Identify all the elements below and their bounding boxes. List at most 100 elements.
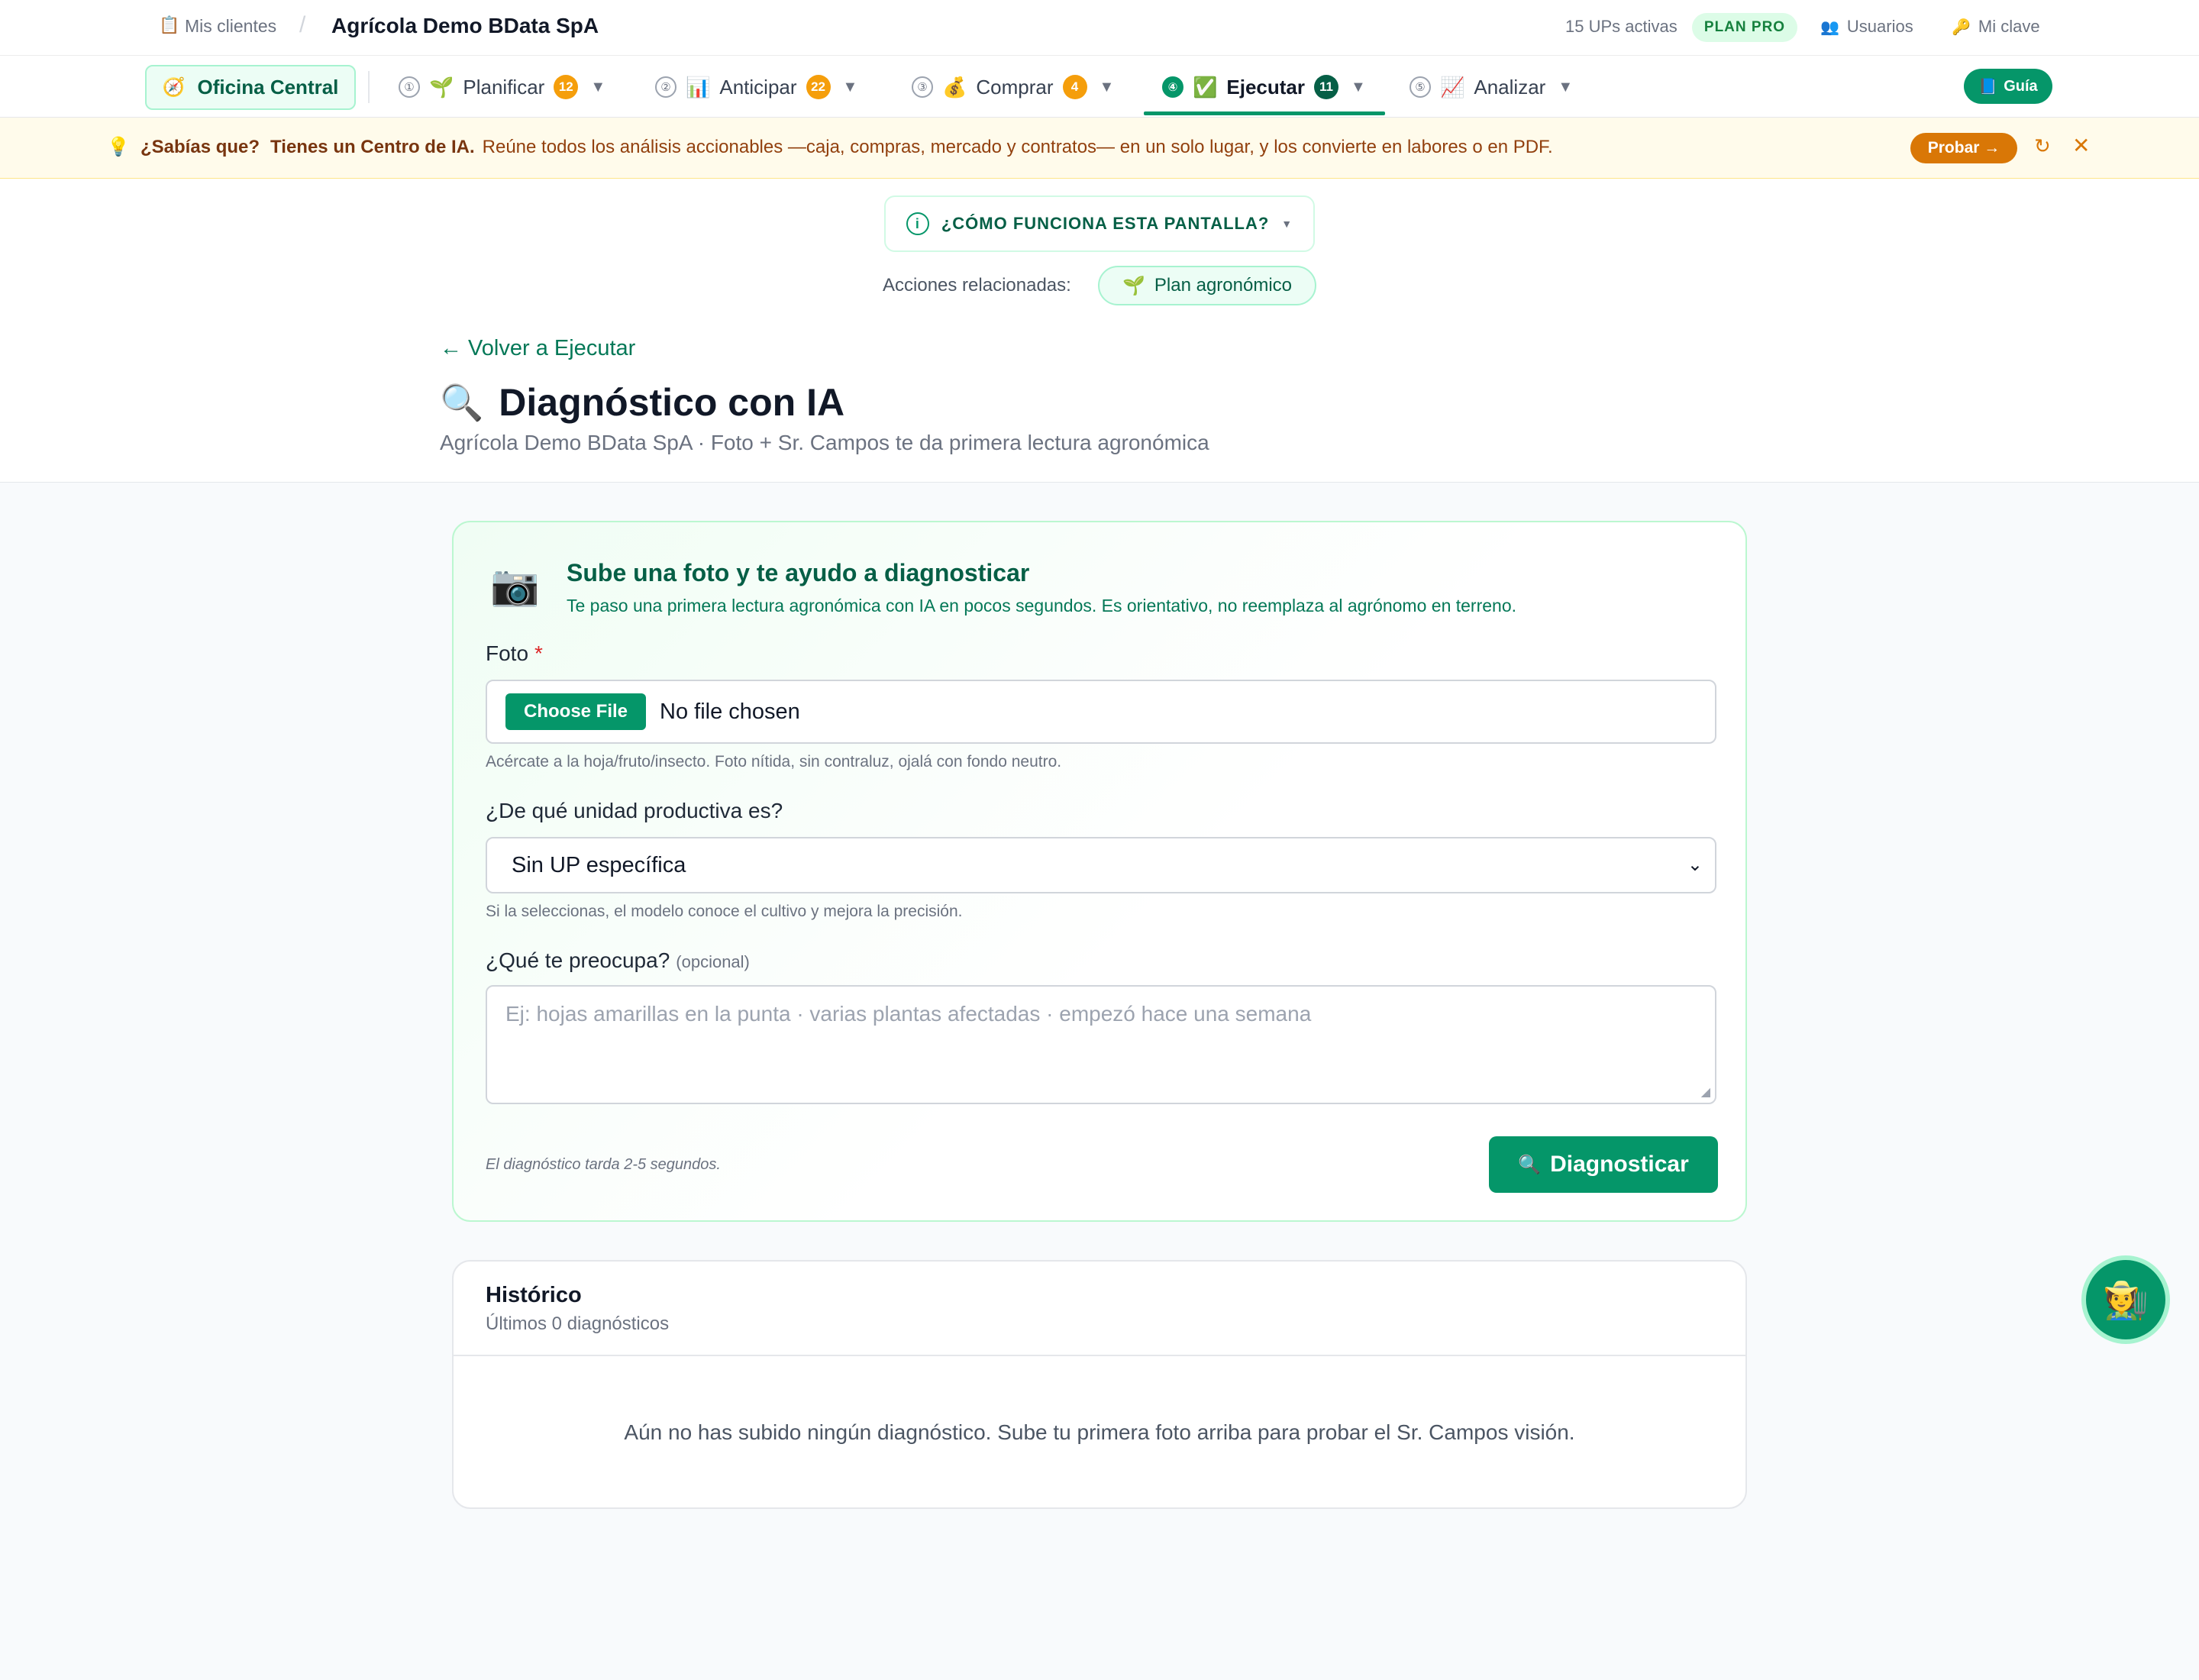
step-number: ⑤ [1409,76,1431,98]
ups-active-count: 15 UPs activas [1565,17,1678,36]
lightbulb-icon: 💡 [107,137,130,157]
users-label: Usuarios [1846,17,1913,36]
photo-hint: Acércate a la hoja/fruto/insecto. Foto n… [486,753,1062,771]
unit-label: ¿De qué unidad productiva es? [486,799,783,822]
resize-handle-icon[interactable]: ◢ [1701,1084,1710,1100]
active-tab-indicator [1144,111,1385,115]
count-badge: 11 [1313,75,1338,99]
diagnose-button[interactable]: 🔍 Diagnosticar [1489,1136,1718,1193]
nav-tab-label: Anticipar [719,75,797,99]
page-title-text: Diagnóstico con IA [499,381,845,424]
tip-headline: Tienes un Centro de IA. [270,137,475,157]
concern-placeholder: Ej: hojas amarillas en la punta · varias… [505,1002,1312,1026]
step-number: ④ [1162,76,1183,98]
concern-label-text: ¿Qué te preocupa? [486,948,670,972]
compass-icon: 🧭 [162,77,186,98]
chevron-down-icon: ⌄ [1687,855,1703,875]
magnifier-icon: 🔍 [440,382,484,422]
history-title: Histórico [486,1283,582,1307]
diagnose-label: Diagnosticar [1550,1152,1689,1177]
breadcrumb-clients-link[interactable]: Mis clientes [185,16,276,37]
money-bag-icon: 💰 [942,75,967,99]
required-mark: * [534,641,543,665]
photo-label: Foto * [486,641,543,666]
office-central-button[interactable]: 🧭 Oficina Central [145,65,356,110]
related-actions-label: Acciones relacionadas: [883,275,1071,296]
key-label: Mi clave [1978,17,2040,36]
refresh-icon[interactable]: ↻ [2034,134,2051,158]
caret-down-icon: ▼ [1350,78,1366,95]
file-status: No file chosen [660,699,800,724]
breadcrumb-separator: / [299,12,306,37]
upload-card: 📷 Sube una foto y te ayudo a diagnostica… [452,521,1747,1222]
nav-divider [368,71,370,103]
page-header: i ¿CÓMO FUNCIONA ESTA PANTALLA? ▼ Accion… [0,179,2199,483]
nav-tab-comprar[interactable]: ③ 💰 Comprar 4 ▼ [912,66,1114,108]
nav-tab-label: Ejecutar [1226,75,1305,99]
seedling-icon: 🌱 [1122,275,1145,296]
my-key-link[interactable]: 🔑 Mi clave [1952,17,2040,37]
caret-down-icon: ▼ [590,78,606,95]
unit-selected-value: Sin UP específica [512,853,686,877]
photo-file-input[interactable]: Choose File No file chosen [486,680,1716,744]
main-nav: 🧭 Oficina Central ① 🌱 Planificar 12 ▼ ② … [0,56,2199,118]
count-badge: 22 [806,75,831,99]
guide-label: Guía [2004,77,2038,95]
optional-note: (opcional) [676,952,750,971]
key-icon: 🔑 [1952,19,1971,36]
farmer-avatar-icon: 🧑‍🌾 [2103,1280,2149,1321]
concern-label: ¿Qué te preocupa? (opcional) [486,948,750,973]
seedling-icon: 🌱 [429,75,454,99]
caret-down-icon: ▼ [1099,78,1115,95]
magnifier-icon: 🔍 [1518,1154,1542,1175]
line-chart-icon: 📈 [1440,75,1465,99]
book-icon: 📘 [1978,78,1998,95]
history-subtitle: Últimos 0 diagnósticos [486,1313,670,1334]
office-label: Oficina Central [197,76,339,99]
caret-down-icon: ▼ [1558,78,1574,95]
step-number: ② [655,76,676,98]
nav-tab-anticipar[interactable]: ② 📊 Anticipar 22 ▼ [655,66,857,108]
page-subtitle: Agrícola Demo BData SpA · Foto + Sr. Cam… [440,431,1209,454]
how-it-works-label: ¿CÓMO FUNCIONA ESTA PANTALLA? [941,214,1270,233]
users-link[interactable]: 👥 Usuarios [1820,17,1913,37]
how-it-works-button[interactable]: i ¿CÓMO FUNCIONA ESTA PANTALLA? ▼ [884,195,1315,252]
nav-tab-analizar[interactable]: ⑤ 📈 Analizar ▼ [1409,66,1573,108]
close-icon[interactable]: ✕ [2072,133,2090,158]
step-number: ① [399,76,420,98]
unit-select[interactable]: Sin UP específica ⌄ [486,837,1716,893]
related-action-plan-agronomico[interactable]: 🌱 Plan agronómico [1098,266,1316,305]
clipboard-icon: 📋 [159,15,180,34]
tip-question: ¿Sabías que? [140,137,260,157]
assistant-fab[interactable]: 🧑‍🌾 [2081,1255,2170,1344]
nav-tab-label: Comprar [976,75,1054,99]
upload-heading: Sube una foto y te ayudo a diagnosticar [567,559,1030,586]
step-number: ③ [912,76,933,98]
nav-tab-ejecutar[interactable]: ④ ✅ Ejecutar 11 ▼ [1162,66,1366,108]
caret-down-icon: ▼ [842,78,858,95]
nav-tab-label: Analizar [1474,75,1546,99]
tip-body: Reúne todos los análisis accionables —ca… [482,137,1553,157]
info-icon: i [906,212,929,235]
time-note: El diagnóstico tarda 2-5 segundos. [486,1156,721,1173]
concern-textarea[interactable]: Ej: hojas amarillas en la punta · varias… [486,985,1716,1104]
tip-text: ¿Sabías que? Tienes un Centro de IA. Reúne… [140,137,1553,158]
bar-chart-icon: 📊 [686,75,711,99]
back-link[interactable]: ← Volver a Ejecutar [440,336,635,361]
photo-label-text: Foto [486,641,529,665]
history-divider [454,1355,1745,1356]
caret-down-icon: ▼ [1281,218,1293,230]
top-bar: 📋 Mis clientes / Agrícola Demo BData SpA… [0,0,2199,56]
tip-banner: 💡 ¿Sabías que? Tienes un Centro de IA. Reú… [0,118,2199,179]
history-card: Histórico Últimos 0 diagnósticos Aún no … [452,1260,1747,1509]
page-title: 🔍 Diagnóstico con IA [440,380,844,425]
guide-button[interactable]: 📘 Guía [1964,69,2052,104]
try-button[interactable]: Probar → [1910,133,2017,163]
choose-file-button[interactable]: Choose File [505,693,647,730]
plan-badge: PLAN PRO [1692,13,1797,42]
count-badge: 12 [554,75,579,99]
nav-tab-planificar[interactable]: ① 🌱 Planificar 12 ▼ [399,66,605,108]
nav-tab-label: Planificar [463,75,545,99]
client-name: Agrícola Demo BData SpA [331,14,599,37]
camera-icon: 📷 [490,564,540,608]
